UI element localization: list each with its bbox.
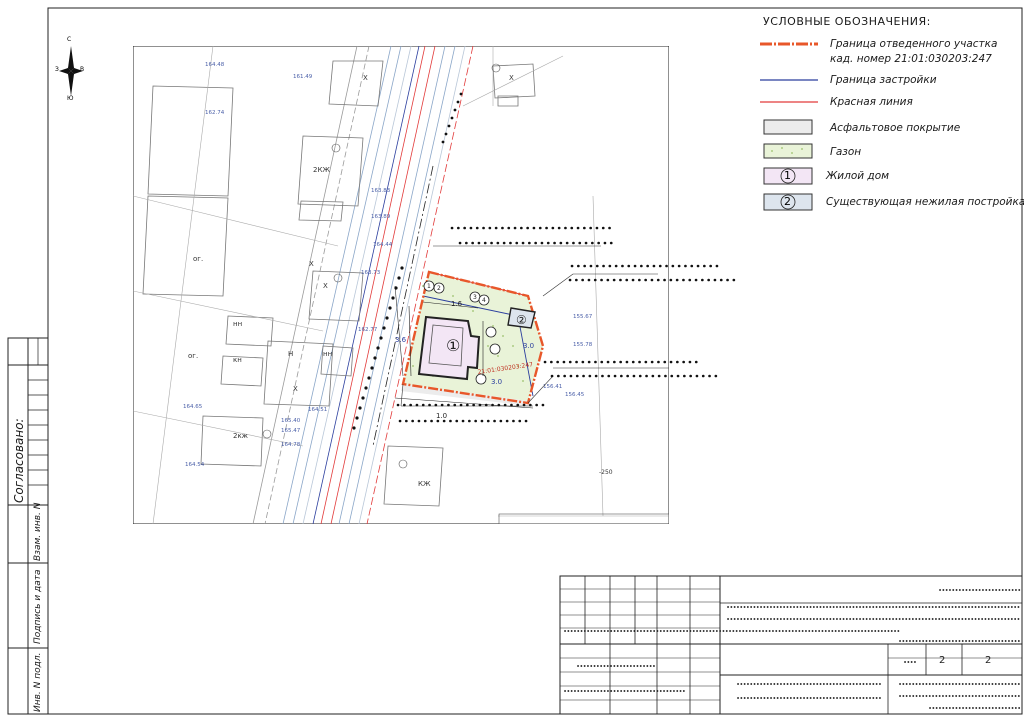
sheet-count: 2 bbox=[985, 655, 992, 666]
legend-house-label: Жилой дом bbox=[826, 170, 890, 182]
legend-outbuilding-label: Существующая нежилая постройка bbox=[826, 196, 1024, 208]
legend-swatch-asphalt bbox=[763, 119, 813, 135]
replaced-inv-label: Взам. инв. N bbox=[33, 502, 43, 561]
legend-house-symbol: 1 bbox=[784, 169, 791, 182]
redacted-text-dots bbox=[352, 92, 1021, 709]
inv-no-original-label: Инв. N подл. bbox=[33, 652, 43, 712]
legend-plot-boundary-line1: Граница отведенного участка bbox=[830, 38, 998, 50]
legend-outbuilding-symbol: 2 bbox=[784, 195, 791, 208]
dots-road-top bbox=[441, 92, 463, 144]
legend-lawn-label: Газон bbox=[830, 146, 862, 158]
sign-date-label: Подпись и дата bbox=[33, 569, 43, 644]
legend-title: УСЛОВНЫЕ ОБОЗНАЧЕНИЯ: bbox=[763, 15, 931, 28]
dots-left-vertical bbox=[352, 266, 404, 430]
legend-building-line-label: Граница застройки bbox=[830, 74, 937, 86]
legend-plot-boundary-line2: кад. номер 21:01:030203:247 bbox=[830, 53, 992, 65]
legend-red-line-label: Красная линия bbox=[830, 96, 913, 108]
legend-asphalt-label: Асфальтовое покрытие bbox=[830, 122, 961, 134]
agreed-label: Согласовано: bbox=[12, 418, 26, 503]
sheet-number: 2 bbox=[939, 655, 946, 666]
